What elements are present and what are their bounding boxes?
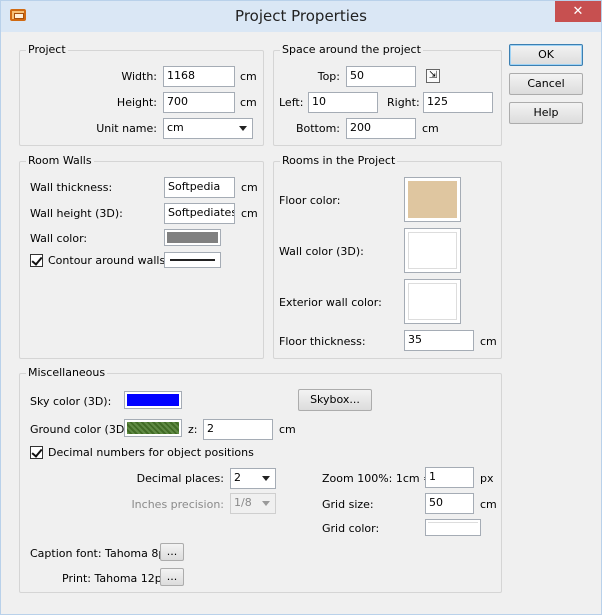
left-input[interactable]: 10 — [308, 92, 378, 113]
right-label: Right: — [387, 96, 420, 109]
zoom-unit: px — [480, 472, 494, 485]
zoom-label: Zoom 100%: 1cm = — [322, 472, 433, 485]
inches-precision-select: 1/8 — [230, 493, 276, 514]
unit-name-label: Unit name: — [96, 122, 157, 135]
caption-font-button[interactable]: ... — [160, 543, 184, 561]
wall-color-3d-swatch — [408, 232, 457, 269]
print-font-button[interactable]: ... — [160, 568, 184, 586]
link-icon[interactable]: ⇲ — [426, 69, 440, 83]
height-input[interactable]: 700 — [163, 92, 235, 113]
decimal-places-label: Decimal places: — [136, 472, 224, 485]
window-title: Project Properties — [235, 7, 367, 25]
project-properties-dialog: Project Properties ✕ OK Cancel Help Proj… — [0, 0, 602, 615]
floor-color-button[interactable] — [404, 177, 461, 222]
decimal-places-value: 2 — [234, 471, 241, 484]
ground-texture-swatch — [127, 422, 179, 434]
floor-color-label: Floor color: — [279, 194, 341, 207]
rooms-title: Rooms in the Project — [280, 154, 398, 167]
width-input[interactable]: 1168 — [163, 66, 235, 87]
exterior-wall-color-swatch — [408, 283, 457, 320]
height-unit: cm — [240, 96, 257, 109]
bottom-input[interactable]: 200 — [346, 118, 416, 139]
ok-button[interactable]: OK — [509, 44, 583, 66]
grid-color-swatch — [428, 522, 478, 533]
project-group-title: Project — [26, 43, 68, 56]
bottom-label: Bottom: — [295, 122, 340, 135]
grid-color-label: Grid color: — [322, 522, 380, 535]
chevron-down-icon — [262, 501, 270, 506]
exterior-wall-color-label: Exterior wall color: — [279, 296, 382, 309]
cancel-button[interactable]: Cancel — [509, 73, 583, 95]
title-bar[interactable]: Project Properties ✕ — [1, 1, 601, 32]
floor-thickness-label: Floor thickness: — [279, 335, 366, 348]
floor-thickness-input[interactable]: 35 — [404, 330, 474, 351]
print-font-label: Print: Tahoma 12pt — [62, 572, 167, 585]
wall-height-input[interactable]: Softpediatest — [164, 203, 235, 224]
wall-color-3d-label: Wall color (3D): — [279, 245, 364, 258]
top-label: Top: — [317, 70, 340, 83]
chevron-down-icon — [239, 126, 247, 131]
decimal-numbers-label: Decimal numbers for object positions — [48, 446, 254, 459]
inches-precision-value: 1/8 — [234, 496, 252, 509]
sky-color-button[interactable] — [124, 391, 182, 409]
bottom-unit: cm — [422, 122, 439, 135]
miscellaneous-title: Miscellaneous — [26, 366, 108, 379]
wall-thickness-unit: cm — [241, 181, 258, 194]
room-walls-title: Room Walls — [26, 154, 94, 167]
zoom-input[interactable]: 1 — [425, 467, 474, 488]
wall-thickness-label: Wall thickness: — [30, 181, 113, 194]
wall-color-3d-button[interactable] — [404, 228, 461, 273]
wall-color-button[interactable] — [164, 229, 221, 246]
wall-height-label: Wall height (3D): — [30, 207, 123, 220]
inches-precision-label: Inches precision: — [131, 498, 224, 511]
unit-name-select[interactable]: cm — [163, 118, 253, 139]
grid-color-button[interactable] — [425, 519, 481, 536]
decimal-numbers-checkbox[interactable] — [30, 446, 43, 459]
floor-thickness-unit: cm — [480, 335, 497, 348]
wall-thickness-input[interactable]: Softpedia — [164, 177, 235, 198]
help-button[interactable]: Help — [509, 102, 583, 124]
space-group-title: Space around the project — [280, 43, 423, 56]
z-unit: cm — [279, 423, 296, 436]
caption-font-label: Caption font: Tahoma 8pt — [30, 547, 170, 560]
right-input[interactable]: 125 — [423, 92, 493, 113]
exterior-wall-color-button[interactable] — [404, 279, 461, 324]
wall-color-swatch — [167, 232, 218, 243]
height-label: Height: — [116, 96, 157, 109]
contour-checkbox[interactable] — [30, 254, 43, 267]
sky-color-swatch — [127, 394, 179, 406]
ground-color-button[interactable] — [124, 419, 182, 437]
wall-color-label: Wall color: — [30, 232, 88, 245]
z-label: z: — [188, 423, 198, 436]
unit-name-value: cm — [167, 121, 184, 134]
ground-color-label: Ground color (3D): — [30, 423, 133, 436]
decimal-places-select[interactable]: 2 — [230, 468, 276, 489]
dialog-content: OK Cancel Help Project Width: 1168 cm He… — [7, 32, 595, 609]
sky-color-label: Sky color (3D): — [30, 395, 112, 408]
grid-size-unit: cm — [480, 498, 497, 511]
contour-line-style[interactable] — [164, 252, 221, 268]
grid-size-label: Grid size: — [322, 498, 374, 511]
grid-size-input[interactable]: 50 — [425, 493, 474, 514]
z-input[interactable]: 2 — [203, 419, 273, 440]
width-label: Width: — [121, 70, 157, 83]
close-button[interactable]: ✕ — [555, 1, 601, 22]
wall-height-unit: cm — [241, 207, 258, 220]
left-label: Left: — [279, 96, 304, 109]
width-unit: cm — [240, 70, 257, 83]
floor-color-swatch — [408, 181, 457, 218]
top-input[interactable]: 50 — [346, 66, 416, 87]
chevron-down-icon — [262, 476, 270, 481]
contour-label: Contour around walls: — [48, 254, 169, 267]
skybox-button[interactable]: Skybox... — [298, 389, 372, 411]
